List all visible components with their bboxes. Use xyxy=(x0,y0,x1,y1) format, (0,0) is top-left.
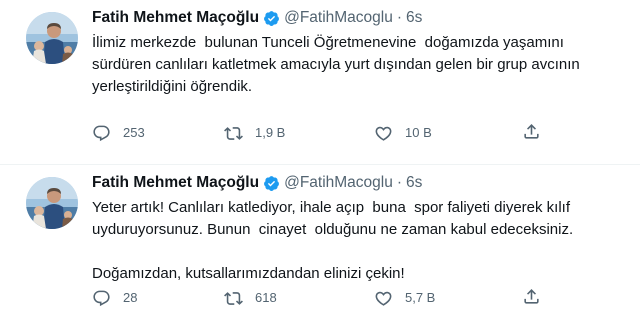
heart-icon xyxy=(375,126,392,141)
tweet[interactable]: Fatih Mehmet Maçoğlu @FatihMacoglu · 6s … xyxy=(0,165,640,330)
author-name[interactable]: Fatih Mehmet Maçoğlu xyxy=(92,8,259,28)
tweet-text-line: Yeter artık! Canlıları katlediyor, ihale… xyxy=(92,199,571,216)
reply-icon xyxy=(93,290,110,306)
tweet-text-line: sürdüren canlıları katletmek amacıyla yu… xyxy=(92,56,580,73)
retweet-icon xyxy=(224,291,243,305)
like-count: 5,7 B xyxy=(405,290,436,305)
tweet-text-line: İlimiz merkezde bulunan Tunceli Öğretmen… xyxy=(92,34,564,51)
reply-button[interactable]: 253 xyxy=(92,122,145,144)
verified-badge-icon xyxy=(263,175,280,192)
share-icon xyxy=(524,289,539,304)
retweet-count: 1,9 B xyxy=(255,125,286,140)
retweet-button[interactable]: 618 xyxy=(224,287,277,309)
retweet-count: 618 xyxy=(255,290,277,305)
author-name[interactable]: Fatih Mehmet Maçoğlu xyxy=(92,173,259,193)
author-handle[interactable]: @FatihMacoglu xyxy=(284,173,393,193)
timestamp[interactable]: 6s xyxy=(406,173,422,193)
separator-dot: · xyxy=(396,9,403,26)
retweet-icon xyxy=(224,126,243,140)
like-count: 10 B xyxy=(405,125,432,140)
avatar[interactable] xyxy=(26,12,78,64)
share-button[interactable] xyxy=(522,122,541,141)
action-bar: 28 618 5,7 B xyxy=(92,287,632,309)
avatar[interactable] xyxy=(26,177,78,229)
reply-count: 28 xyxy=(123,290,138,305)
like-button[interactable]: 10 B xyxy=(374,122,432,144)
tweet-text-line: Doğamızdan, kutsallarımızdandan elinizi … xyxy=(92,265,405,282)
verified-badge-icon xyxy=(263,10,280,27)
tweet-text: İlimiz merkezde bulunan Tunceli Öğretmen… xyxy=(92,32,632,98)
tweet[interactable]: Fatih Mehmet Maçoğlu @FatihMacoglu · 6s … xyxy=(0,0,640,165)
author-handle[interactable]: @FatihMacoglu xyxy=(284,8,393,28)
timestamp[interactable]: 6s xyxy=(406,8,422,28)
share-button[interactable] xyxy=(522,287,541,306)
tweet-text: Yeter artık! Canlıları katlediyor, ihale… xyxy=(92,197,632,285)
tweet-header: Fatih Mehmet Maçoğlu @FatihMacoglu · 6s xyxy=(92,8,422,28)
tweet-header: Fatih Mehmet Maçoğlu @FatihMacoglu · 6s xyxy=(92,173,422,193)
like-button[interactable]: 5,7 B xyxy=(374,287,435,309)
heart-icon xyxy=(375,291,392,306)
share-icon xyxy=(524,124,539,139)
retweet-button[interactable]: 1,9 B xyxy=(224,122,285,144)
reply-button[interactable]: 28 xyxy=(92,287,137,309)
reply-count: 253 xyxy=(123,125,145,140)
action-bar: 253 1,9 B 10 B xyxy=(92,122,632,144)
tweet-text-blank-line xyxy=(92,241,632,263)
reply-icon xyxy=(93,125,110,141)
tweet-text-line: uyduruyorsunuz. Bunun cinayet olduğunu n… xyxy=(92,221,574,238)
separator-dot: · xyxy=(396,174,403,191)
tweet-text-line: yerleştirildiğini öğrendik. xyxy=(92,78,253,95)
